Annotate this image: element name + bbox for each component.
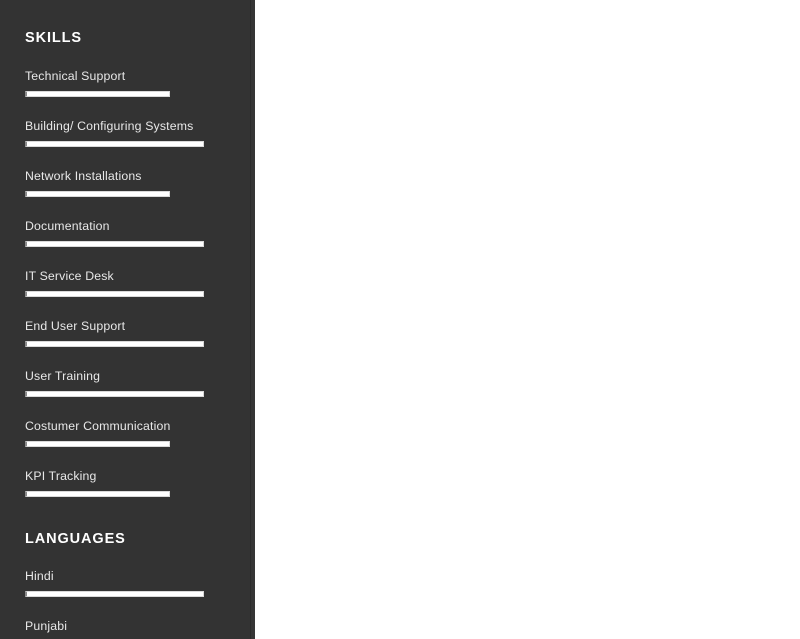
skill-label: Network Installations (25, 168, 142, 183)
language-label: Punjabi (25, 619, 68, 634)
skill-item: Technical Support (25, 69, 255, 97)
skill-bar-fill (25, 90, 170, 97)
language-label: Hindi (25, 569, 54, 584)
languages-list: Hindi Punjabi English (25, 569, 255, 639)
skill-label: End User Support (25, 318, 126, 333)
languages-section-heading: LANGUAGES (25, 530, 126, 547)
skill-label: Technical Support (25, 68, 126, 83)
skill-bar-track (25, 140, 255, 147)
skill-bar-track (25, 190, 255, 197)
skill-bar-fill (25, 390, 204, 397)
skill-item: IT Service Desk (25, 269, 255, 297)
skill-label: Documentation (25, 218, 110, 233)
skill-bar-track (25, 440, 255, 447)
skill-item: User Training (25, 369, 255, 397)
skill-bar-track (25, 290, 255, 297)
skill-bar-fill (25, 490, 170, 497)
skill-label: KPI Tracking (25, 468, 97, 483)
skill-bar-track (25, 490, 255, 497)
skill-label: IT Service Desk (25, 268, 114, 283)
sidebar-content: SKILLS Technical Support Building/ Confi… (0, 12, 255, 639)
skill-bar-fill (25, 340, 204, 347)
skill-bar-track (25, 240, 255, 247)
skill-item: Costumer Communication (25, 419, 255, 447)
main-content-area (255, 0, 800, 639)
skill-bar-fill (25, 440, 170, 447)
skill-label: Building/ Configuring Systems (25, 118, 194, 133)
skill-bar-fill (25, 240, 204, 247)
skills-list: Technical Support Building/ Configuring … (25, 69, 255, 497)
skill-item: End User Support (25, 319, 255, 347)
language-bar-fill (25, 591, 204, 598)
skill-bar-fill (25, 290, 204, 297)
skill-bar-fill (25, 140, 204, 147)
skill-item: Documentation (25, 219, 255, 247)
language-item: Hindi (25, 569, 255, 598)
language-item: Punjabi (25, 619, 255, 639)
skill-bar-fill (25, 190, 170, 197)
skill-bar-track (25, 90, 255, 97)
skill-bar-track (25, 340, 255, 347)
skill-label: User Training (25, 368, 101, 383)
skill-item: KPI Tracking (25, 469, 255, 497)
language-bar-track (25, 591, 255, 598)
skill-label: Costumer Communication (25, 418, 171, 433)
skills-section-heading: SKILLS (25, 30, 82, 47)
skill-bar-track (25, 390, 255, 397)
skill-item: Building/ Configuring Systems (25, 119, 255, 147)
resume-page: SKILLS Technical Support Building/ Confi… (0, 0, 800, 639)
sidebar: SKILLS Technical Support Building/ Confi… (0, 0, 255, 639)
skill-item: Network Installations (25, 169, 255, 197)
